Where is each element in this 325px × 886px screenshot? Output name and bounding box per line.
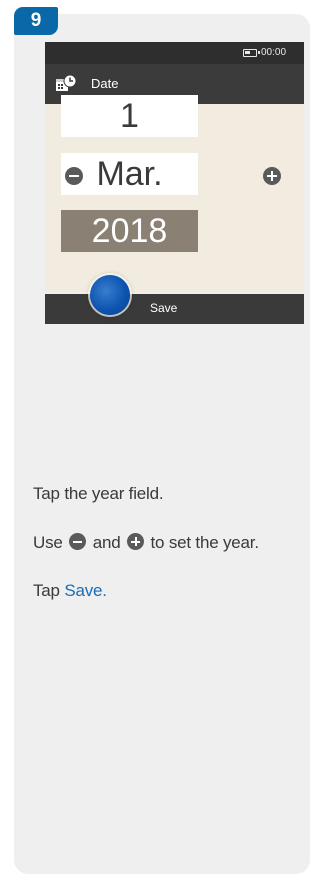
minus-button[interactable] <box>65 167 83 185</box>
save-link: Save. <box>64 581 107 600</box>
minus-circle-icon <box>69 175 79 177</box>
status-time: 00:00 <box>261 47 287 58</box>
screen-title: Date <box>91 76 119 91</box>
minus-circle-icon <box>69 533 87 550</box>
day-field[interactable]: 1 <box>61 95 198 137</box>
step-number-badge: 9 <box>14 7 58 35</box>
plus-button[interactable] <box>263 167 281 185</box>
battery-icon <box>243 49 260 57</box>
calendar-clock-icon <box>55 74 77 94</box>
year-field[interactable]: 2018 <box>61 210 198 252</box>
plus-circle-icon <box>127 533 144 550</box>
instruction-step-2: Use and to set the year. <box>33 533 259 552</box>
instruction-step-1: Tap the year field. <box>33 484 164 503</box>
status-bar: 00:00 <box>45 42 304 64</box>
touch-indicator <box>90 275 130 315</box>
instruction-step-3: Tap Save. <box>33 581 107 600</box>
save-button[interactable]: Save <box>150 301 177 315</box>
